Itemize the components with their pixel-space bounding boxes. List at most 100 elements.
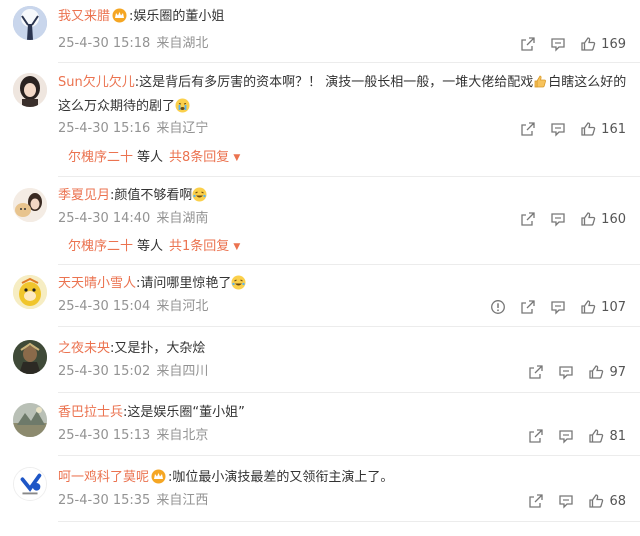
share-button[interactable] bbox=[520, 299, 536, 315]
like-button[interactable]: 169 bbox=[580, 36, 626, 52]
avatar[interactable] bbox=[13, 73, 47, 107]
like-button[interactable]: 160 bbox=[580, 211, 626, 227]
avatar[interactable] bbox=[13, 467, 47, 501]
comment-icon bbox=[559, 495, 574, 509]
like-button[interactable]: 81 bbox=[588, 428, 626, 444]
comment-location: 来自北京 bbox=[156, 428, 209, 443]
like-count: 161 bbox=[601, 121, 626, 137]
comment-button[interactable] bbox=[558, 493, 574, 509]
comment-text: :这是背后有多厉害的资本啊？！ 演技一般长相一般，一堆大佬给配戏 bbox=[134, 75, 534, 90]
share-icon bbox=[521, 212, 535, 226]
avatar[interactable] bbox=[13, 275, 47, 309]
divider bbox=[58, 326, 640, 327]
share-icon bbox=[529, 429, 544, 443]
divider bbox=[58, 264, 640, 265]
comment-button[interactable] bbox=[550, 121, 566, 137]
comment-location: 来自湖南 bbox=[156, 211, 209, 226]
comment-username[interactable]: 季夏见月 bbox=[58, 188, 110, 203]
comment-text: :又是扑，大杂烩 bbox=[110, 341, 206, 356]
comment-icon bbox=[551, 38, 565, 52]
comment-content: 季夏见月:颜值不够看啊 bbox=[58, 184, 620, 208]
reply-expand-arrow-icon[interactable]: ▼ bbox=[233, 242, 240, 252]
share-button[interactable] bbox=[520, 36, 536, 52]
like-button[interactable]: 161 bbox=[580, 121, 626, 137]
reply-expand-arrow-icon[interactable]: ▼ bbox=[233, 153, 240, 163]
share-button[interactable] bbox=[520, 121, 536, 137]
like-count: 169 bbox=[601, 36, 626, 52]
like-icon bbox=[589, 365, 604, 379]
divider bbox=[58, 62, 640, 63]
comment-meta: 25-4-30 15:35 来自江西 bbox=[58, 491, 208, 511]
reply-count-link[interactable]: 共8条回复 bbox=[169, 150, 229, 165]
comment-username[interactable]: 天天晴小雪人 bbox=[58, 276, 136, 291]
comment-location: 来自江西 bbox=[156, 493, 209, 508]
comment-time: 25-4-30 15:13 bbox=[58, 428, 151, 443]
avatar[interactable] bbox=[13, 340, 47, 374]
share-icon bbox=[521, 37, 535, 51]
share-icon bbox=[529, 494, 544, 508]
laughing-emoji-icon bbox=[231, 275, 246, 290]
like-button[interactable]: 97 bbox=[588, 364, 626, 380]
comment-username[interactable]: Sun欠儿欠儿 bbox=[58, 75, 135, 90]
report-button[interactable] bbox=[490, 299, 506, 315]
divider bbox=[58, 455, 640, 456]
like-count: 160 bbox=[601, 211, 626, 227]
comment-button[interactable] bbox=[550, 211, 566, 227]
comment-icon bbox=[551, 123, 565, 137]
share-button[interactable] bbox=[528, 364, 544, 380]
comment-button[interactable] bbox=[550, 299, 566, 315]
comment-time: 25-4-30 15:18 bbox=[58, 36, 151, 51]
comment-content: Sun欠儿欠儿:这是背后有多厉害的资本啊？！ 演技一般长相一般，一堆大佬给配戏白… bbox=[58, 71, 634, 119]
avatar[interactable] bbox=[13, 188, 47, 222]
comment-username[interactable]: 呵一鸡科了莫呢 bbox=[58, 470, 149, 485]
comment-meta: 25-4-30 15:18 来自湖北 bbox=[58, 34, 208, 54]
like-icon bbox=[581, 37, 596, 51]
comment-content: 之夜未央:又是扑，大杂烩 bbox=[58, 337, 620, 361]
reply-username[interactable]: 尔槐序二十 bbox=[68, 239, 133, 254]
share-button[interactable] bbox=[528, 493, 544, 509]
comment-actions: 169 bbox=[506, 34, 626, 54]
comment-username[interactable]: 之夜未央 bbox=[58, 341, 110, 356]
comment-meta: 25-4-30 15:16 来自辽宁 bbox=[58, 119, 208, 139]
comment-content: 我又来腊:娱乐圈的董小姐 bbox=[58, 5, 620, 29]
comment-button[interactable] bbox=[558, 364, 574, 380]
avatar[interactable] bbox=[13, 6, 47, 40]
comment-button[interactable] bbox=[550, 36, 566, 52]
comment-time: 25-4-30 15:35 bbox=[58, 493, 151, 508]
avatar[interactable] bbox=[13, 403, 47, 437]
like-icon bbox=[589, 494, 604, 508]
comment-button[interactable] bbox=[558, 428, 574, 444]
reply-summary[interactable]: 尔槐序二十 等人 共8条回复 ▼ bbox=[68, 148, 240, 168]
like-button[interactable]: 68 bbox=[588, 493, 626, 509]
share-button[interactable] bbox=[520, 211, 536, 227]
share-icon bbox=[529, 365, 544, 379]
comment-time: 25-4-30 15:04 bbox=[58, 299, 151, 314]
reply-summary[interactable]: 尔槐序二十 等人 共1条回复 ▼ bbox=[68, 237, 240, 257]
comment-username[interactable]: 我又来腊 bbox=[58, 9, 110, 24]
comment-actions: 81 bbox=[514, 426, 626, 446]
reply-username[interactable]: 尔槐序二十 bbox=[68, 150, 133, 165]
comment-icon bbox=[551, 301, 565, 315]
comment-text: :咖位最小演技最差的又领衔主演上了。 bbox=[168, 470, 394, 485]
reply-count-link[interactable]: 共1条回复 bbox=[169, 239, 229, 254]
comment-content: 香巴拉士兵:这是娱乐圈“董小姐” bbox=[58, 401, 620, 425]
like-icon bbox=[581, 122, 596, 136]
divider bbox=[58, 176, 640, 177]
comment-meta: 25-4-30 14:40 来自湖南 bbox=[58, 209, 208, 229]
comment-time: 25-4-30 15:02 bbox=[58, 364, 151, 379]
like-count: 68 bbox=[609, 493, 626, 509]
comment-username[interactable]: 香巴拉士兵 bbox=[58, 405, 123, 420]
like-button[interactable]: 107 bbox=[580, 299, 626, 315]
comment-content: 天天晴小雪人:请问哪里惊艳了 bbox=[58, 272, 620, 296]
like-icon bbox=[581, 300, 596, 314]
comment-actions: 97 bbox=[514, 362, 626, 382]
comment-meta: 25-4-30 15:04 来自河北 bbox=[58, 297, 208, 317]
comment-text: :颜值不够看啊 bbox=[110, 188, 193, 203]
share-button[interactable] bbox=[528, 428, 544, 444]
comment-icon bbox=[559, 430, 574, 444]
like-count: 81 bbox=[609, 428, 626, 444]
divider bbox=[58, 521, 640, 522]
crown-icon bbox=[151, 469, 166, 484]
laughing-emoji-icon bbox=[192, 187, 207, 202]
divider bbox=[58, 392, 640, 393]
